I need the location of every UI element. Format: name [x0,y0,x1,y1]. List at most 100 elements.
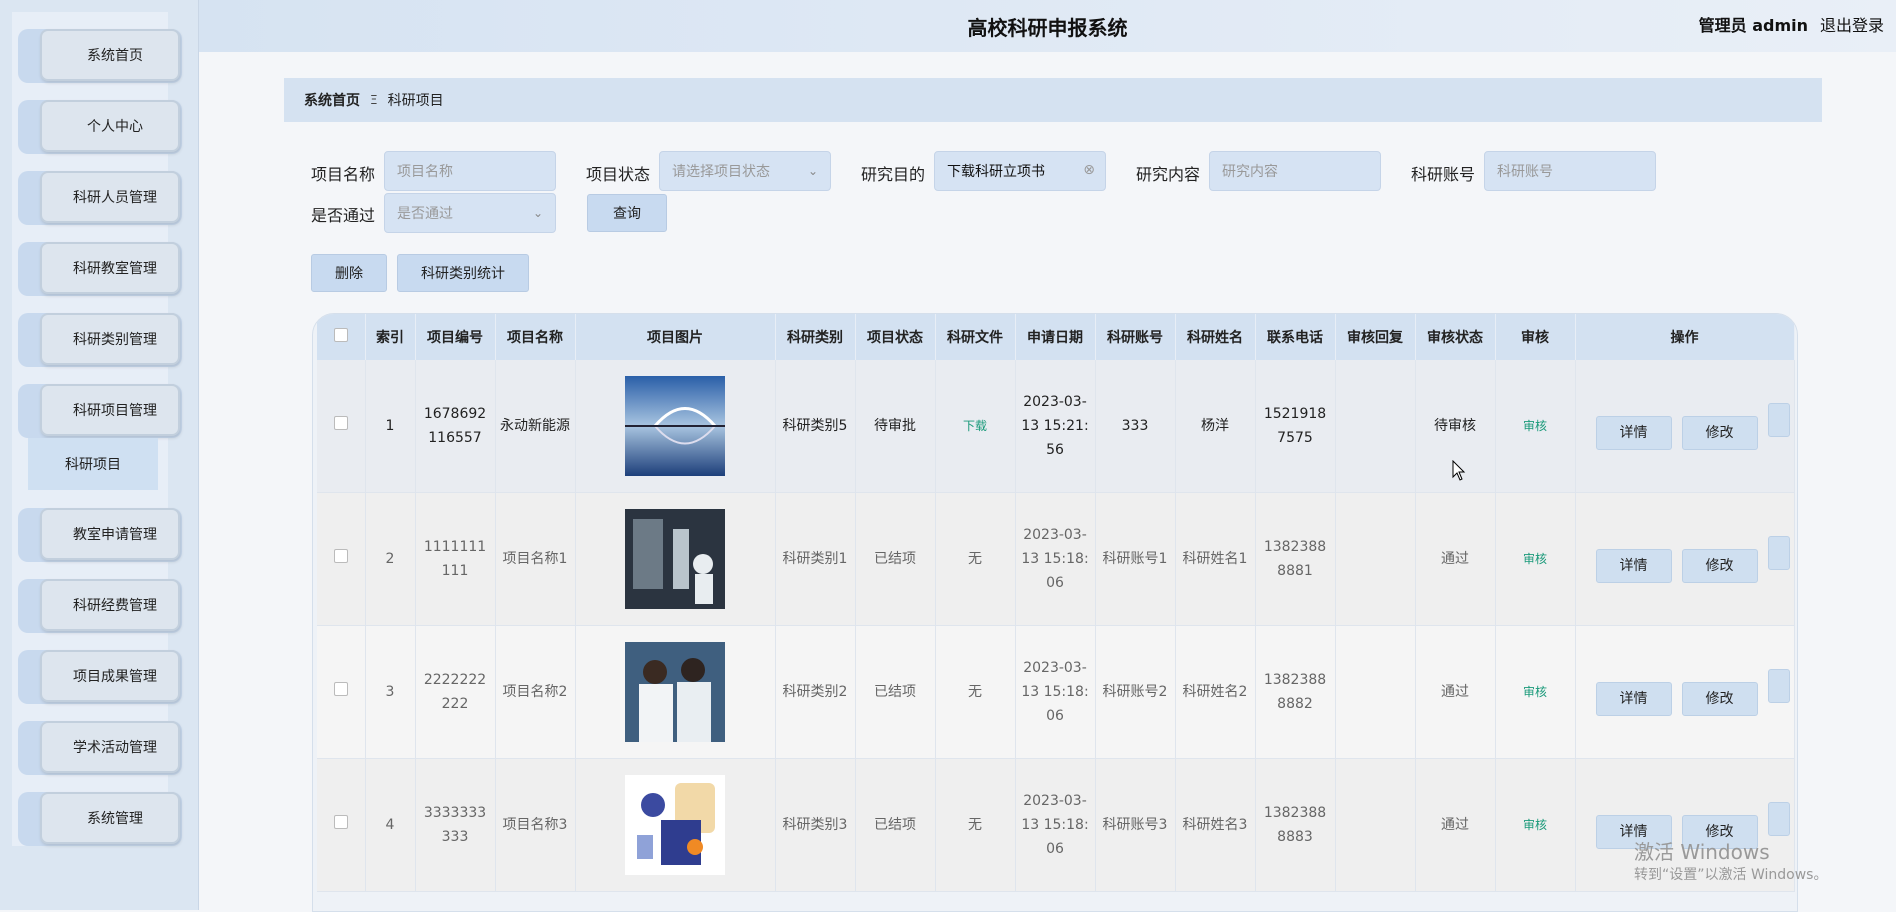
sidebar-item-label[interactable]: 系统管理 [40,792,180,844]
cell-audit: 审核 [1495,360,1576,493]
cell-date: 2023-03-13 15:18:06 [1015,625,1096,759]
sidebar-item-researchers[interactable]: 科研人员管理 [18,171,182,225]
cell-project-no: 2222222222 [415,625,496,759]
project-name-placeholder: 项目名称 [397,164,453,180]
sidebar-item-label[interactable]: 科研项目管理 [40,384,180,436]
logout-link[interactable]: 退出登录 [1820,12,1884,36]
cell-category: 科研类别5 [775,360,856,493]
project-status-placeholder: 请选择项目状态 [672,164,770,180]
purpose-label: 研究目的 [861,165,926,184]
cell-category: 科研类别1 [775,492,856,626]
windows-activation-hint: 转到“设置”以激活 Windows。 [1634,867,1828,883]
cell-project-image [575,758,776,892]
query-button[interactable]: 查询 [587,194,667,232]
audit-link[interactable]: 审核 [1523,685,1547,699]
breadcrumb-home[interactable]: 系统首页 [304,90,360,110]
edit-button[interactable]: 修改 [1681,415,1758,450]
sidebar-item-label[interactable]: 科研类别管理 [40,313,180,365]
content-input[interactable]: 研究内容 [1209,151,1381,191]
detail-button[interactable]: 详情 [1595,681,1672,716]
row-select-cell[interactable] [317,492,366,626]
cell-audit-status: 通过 [1415,625,1496,759]
project-status-select[interactable]: 请选择项目状态 ⌄ [659,151,831,191]
row-checkbox[interactable] [333,815,348,829]
category-stats-button[interactable]: 科研类别统计 [397,254,529,292]
sidebar-item-classrooms[interactable]: 科研教室管理 [18,242,182,296]
purpose-input[interactable]: 下载科研立项书 ⊗ [934,151,1106,191]
sidebar-item-categories[interactable]: 科研类别管理 [18,313,182,367]
sidebar-item-label[interactable]: 系统首页 [40,29,180,81]
table-row: 3 2222222222 项目名称2 科研类别2 已结项 无 2023-03-1… [317,625,1795,759]
cell-person: 杨洋 [1175,360,1256,493]
cell-reply [1335,625,1416,759]
sidebar-item-results[interactable]: 项目成果管理 [18,650,182,704]
delete-button[interactable]: 删除 [311,254,387,292]
cell-phone: 15219187575 [1255,360,1336,493]
select-all-cell[interactable] [317,314,366,360]
col-header: 科研账号 [1095,314,1176,360]
cell-project-no: 3333333333 [415,758,496,892]
cell-person: 科研姓名1 [1175,492,1256,626]
cell-audit-status: 通过 [1415,492,1496,626]
account-label: 科研账号 [1411,165,1476,184]
sidebar-item-system[interactable]: 系统管理 [18,792,182,846]
audit-link[interactable]: 审核 [1523,552,1547,566]
row-checkbox[interactable] [333,416,348,430]
row-select-cell[interactable] [317,625,366,759]
cell-status: 已结项 [855,758,936,892]
sidebar-item-projects[interactable]: 科研项目管理 [18,384,182,438]
col-header: 科研类别 [775,314,856,360]
passed-select[interactable]: 是否通过 ⌄ [384,193,556,233]
more-button[interactable] [1767,801,1790,836]
audit-link[interactable]: 审核 [1523,419,1547,433]
project-name-input[interactable]: 项目名称 [384,151,556,191]
col-header: 项目编号 [415,314,496,360]
row-select-cell[interactable] [317,758,366,892]
sidebar: 系统首页 个人中心 科研人员管理 科研教室管理 科研类别管理 科研项目管理 科研… [0,0,199,910]
sidebar-item-funds[interactable]: 科研经费管理 [18,579,182,633]
sidebar-item-label[interactable]: 科研教室管理 [40,242,180,294]
row-checkbox[interactable] [333,682,348,696]
sidebar-item-label[interactable]: 科研人员管理 [40,171,180,223]
sidebar-item-label[interactable]: 科研经费管理 [40,579,180,631]
cell-account: 科研账号2 [1095,625,1176,759]
table-row: 2 1111111111 项目名称1 科研类别1 已结项 无 2023-03-1… [317,492,1795,626]
detail-button[interactable]: 详情 [1595,548,1672,583]
row-select-cell[interactable] [317,360,366,493]
sidebar-item-classroom-apply[interactable]: 教室申请管理 [18,508,182,562]
download-link[interactable]: 下载 [963,419,987,433]
purpose-value: 下载科研立项书 [947,164,1045,180]
sidebar-item-profile[interactable]: 个人中心 [18,100,182,154]
sidebar-item-label[interactable]: 项目成果管理 [40,650,180,702]
account-input[interactable]: 科研账号 [1484,151,1656,191]
sidebar-item-activities[interactable]: 学术活动管理 [18,721,182,775]
col-header: 操作 [1575,314,1795,360]
sidebar-item-home[interactable]: 系统首页 [18,29,182,83]
more-button[interactable] [1767,402,1790,437]
audit-link[interactable]: 审核 [1523,818,1547,832]
edit-button[interactable]: 修改 [1681,681,1758,716]
select-all-checkbox[interactable] [333,328,348,342]
sidebar-item-label[interactable]: 学术活动管理 [40,721,180,773]
project-image-scientists [625,642,725,742]
table-row: 1 1678692116557 永动新能源 科研类别5 待审批 下载 2023-… [317,360,1795,493]
cell-status: 已结项 [855,492,936,626]
sidebar-subitem-projects[interactable]: 科研项目 [28,438,158,490]
top-header: 高校科研申报系统 管理员 admin 退出登录 [199,0,1896,52]
detail-button[interactable]: 详情 [1595,415,1672,450]
cell-phone: 13823888883 [1255,758,1336,892]
mouse-cursor-icon [1452,460,1466,481]
row-checkbox[interactable] [333,549,348,563]
sidebar-item-label[interactable]: 个人中心 [40,100,180,152]
edit-button[interactable]: 修改 [1681,548,1758,583]
cell-index: 2 [365,492,416,626]
content-label: 研究内容 [1136,165,1201,184]
clear-icon[interactable]: ⊗ [1083,162,1095,178]
more-button[interactable] [1767,668,1790,703]
sidebar-item-label[interactable]: 教室申请管理 [40,508,180,560]
cell-status: 已结项 [855,625,936,759]
col-header: 审核状态 [1415,314,1496,360]
more-button[interactable] [1767,535,1790,570]
col-header: 联系电话 [1255,314,1336,360]
cell-project-no: 1111111111 [415,492,496,626]
